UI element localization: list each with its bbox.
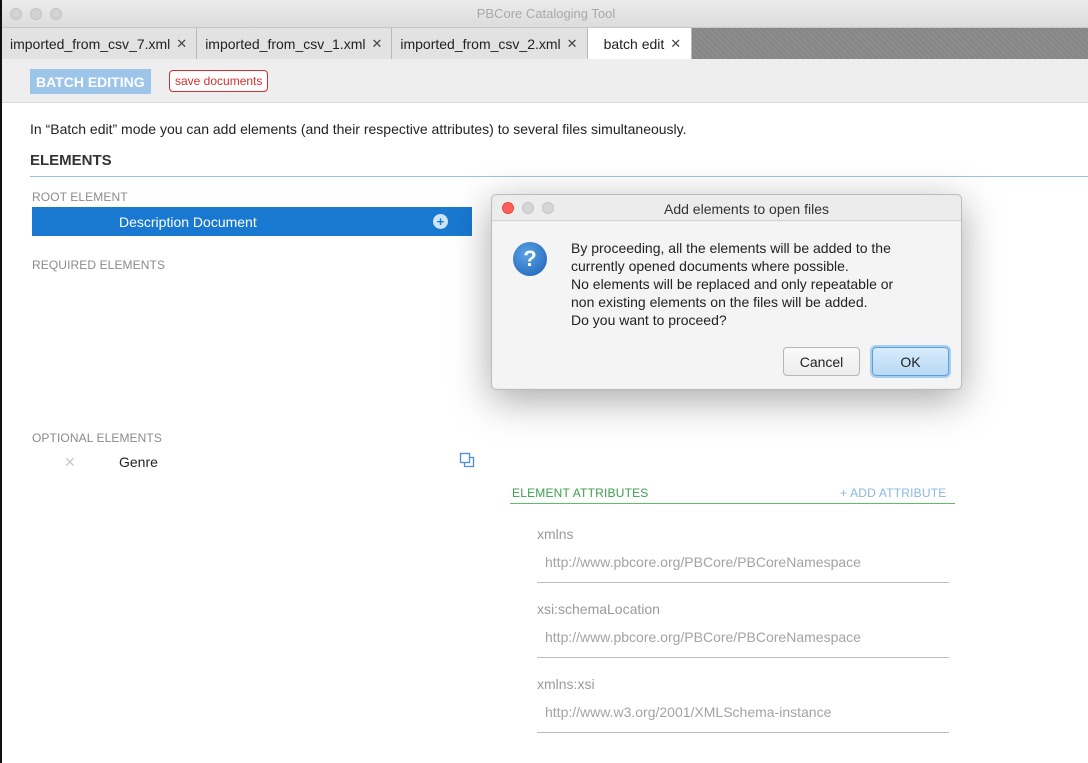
- field-underline: [537, 732, 949, 733]
- elements-heading: ELEMENTS: [30, 152, 112, 169]
- element-attributes-heading: ELEMENT ATTRIBUTES: [512, 486, 649, 500]
- message-line: By proceeding, all the elements will be …: [571, 240, 891, 256]
- attribute-value-field[interactable]: http://www.pbcore.org/PBCore/PBCoreNames…: [537, 554, 897, 570]
- dialog-body: ? By proceeding, all the elements will b…: [492, 222, 961, 388]
- tab-imported-csv-1[interactable]: imported_from_csv_1.xml ✕: [197, 28, 393, 59]
- attribute-key: xsi:schemaLocation: [537, 601, 660, 617]
- batch-editing-button[interactable]: BATCH EDITING: [30, 69, 151, 94]
- cancel-button[interactable]: Cancel: [783, 347, 860, 376]
- remove-element-icon[interactable]: ✕: [64, 454, 76, 471]
- dialog-title: Add elements to open files: [664, 201, 829, 217]
- divider: [30, 176, 1088, 177]
- attribute-row: xmlns http://www.pbcore.org/PBCore/PBCor…: [537, 526, 949, 583]
- required-elements-label: REQUIRED ELEMENTS: [32, 258, 166, 272]
- attribute-key: xmlns:xsi: [537, 676, 595, 692]
- dialog-message: By proceeding, all the elements will be …: [571, 239, 951, 329]
- ok-button[interactable]: OK: [872, 347, 949, 376]
- root-element-label: ROOT ELEMENT: [32, 190, 128, 204]
- tab-imported-csv-7[interactable]: imported_from_csv_7.xml ✕: [2, 28, 198, 59]
- tab-bar: imported_from_csv_7.xml ✕ imported_from_…: [2, 28, 1088, 59]
- attribute-key: xmlns: [537, 526, 574, 542]
- close-icon[interactable]: ✕: [670, 36, 681, 52]
- copy-icon[interactable]: [459, 452, 475, 468]
- tab-bar-empty-space: [692, 28, 1088, 59]
- save-documents-button[interactable]: save documents: [169, 70, 269, 92]
- tab-imported-csv-2[interactable]: imported_from_csv_2.xml ✕: [392, 28, 588, 59]
- field-underline: [537, 657, 949, 658]
- tab-label: batch edit: [603, 35, 665, 52]
- window-titlebar: PBCore Cataloging Tool: [2, 0, 1088, 28]
- dialog-titlebar: Add elements to open files: [492, 195, 961, 221]
- window-title: PBCore Cataloging Tool: [476, 6, 616, 21]
- question-icon: ?: [513, 242, 547, 276]
- intro-text: In “Batch edit” mode you can add element…: [30, 121, 687, 137]
- message-line: Do you want to proceed?: [571, 312, 727, 328]
- tab-batch-edit[interactable]: batch edit ✕: [587, 28, 693, 59]
- optional-element-genre[interactable]: Genre: [119, 454, 158, 470]
- confirm-dialog: Add elements to open files ? By proceedi…: [491, 194, 962, 390]
- field-underline: [537, 582, 949, 583]
- app-window: PBCore Cataloging Tool imported_from_csv…: [0, 0, 1088, 763]
- tab-label: imported_from_csv_2.xml: [400, 35, 561, 52]
- attribute-row: xmlns:xsi http://www.w3.org/2001/XMLSche…: [537, 676, 949, 733]
- optional-elements-label: OPTIONAL ELEMENTS: [32, 431, 162, 445]
- plus-circle-icon[interactable]: +: [433, 214, 448, 229]
- add-attribute-button[interactable]: + ADD ATTRIBUTE: [840, 486, 946, 500]
- message-line: non existing elements on the files will …: [571, 294, 868, 310]
- message-line: currently opened documents where possibl…: [571, 258, 849, 274]
- attribute-value-field[interactable]: http://www.w3.org/2001/XMLSchema-instanc…: [537, 704, 897, 720]
- close-icon[interactable]: ✕: [567, 36, 578, 52]
- divider: [510, 503, 955, 504]
- message-line: No elements will be replaced and only re…: [571, 276, 894, 292]
- close-icon[interactable]: ✕: [176, 36, 187, 52]
- attribute-row: xsi:schemaLocation http://www.pbcore.org…: [537, 601, 949, 658]
- attribute-value-field[interactable]: http://www.pbcore.org/PBCore/PBCoreNames…: [537, 629, 897, 645]
- root-element-row[interactable]: Description Document +: [32, 207, 472, 236]
- close-icon[interactable]: ✕: [371, 36, 382, 52]
- tab-label: imported_from_csv_7.xml: [10, 35, 171, 52]
- tab-label: imported_from_csv_1.xml: [205, 35, 366, 52]
- toolbar: BATCH EDITING save documents: [2, 59, 1088, 103]
- root-element-name: Description Document: [119, 214, 257, 230]
